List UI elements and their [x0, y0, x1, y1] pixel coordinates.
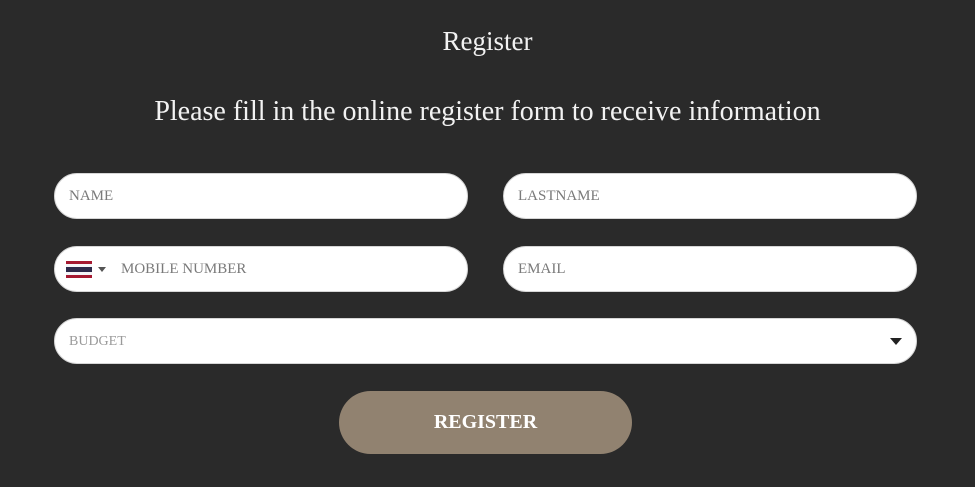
- email-field: [503, 246, 917, 292]
- lastname-input[interactable]: [504, 174, 916, 218]
- form-subtitle: Please fill in the online register form …: [154, 96, 821, 127]
- mobile-field: [54, 246, 468, 292]
- name-field: [54, 173, 468, 219]
- country-code-selector[interactable]: [66, 247, 112, 291]
- mobile-number-input[interactable]: [55, 247, 467, 291]
- caret-down-icon: [890, 338, 902, 345]
- thailand-flag-icon: [66, 260, 92, 278]
- email-input[interactable]: [504, 247, 916, 291]
- lastname-field: [503, 173, 917, 219]
- page-title: Register: [442, 26, 533, 56]
- caret-down-icon: [98, 266, 106, 272]
- budget-selected-value: BUDGET: [69, 334, 126, 349]
- budget-select[interactable]: BUDGET: [55, 319, 916, 363]
- budget-field: BUDGET: [54, 318, 917, 364]
- name-input[interactable]: [55, 174, 467, 218]
- register-button[interactable]: REGISTER: [339, 391, 632, 454]
